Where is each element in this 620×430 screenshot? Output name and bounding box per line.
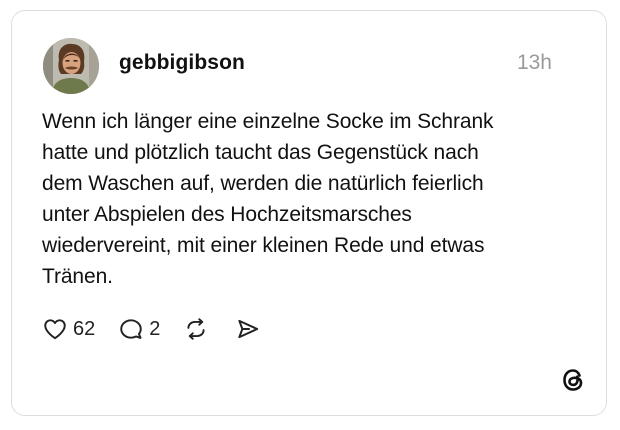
like-count: 62: [73, 317, 96, 340]
post-text: Wenn ich länger eine einzelne Socke im S…: [42, 110, 494, 288]
avatar-photo: [43, 38, 99, 94]
share-button[interactable]: [235, 316, 261, 342]
reply-count: 2: [149, 317, 161, 340]
send-icon: [238, 319, 259, 339]
threads-logo-icon[interactable]: [559, 366, 587, 394]
repost-button[interactable]: [183, 316, 209, 342]
like-button[interactable]: 62: [42, 316, 95, 342]
avatar[interactable]: [43, 38, 99, 94]
post-timestamp: 13h: [516, 51, 552, 74]
reply-button[interactable]: 2: [118, 316, 160, 342]
username[interactable]: gebbigibson: [119, 51, 245, 75]
repost-icon: [187, 318, 205, 340]
threads-logo-glyph: [563, 369, 583, 391]
action-bar: 62 2: [42, 314, 261, 344]
post-card: gebbigibson 13h Wenn ich länger eine ein…: [11, 10, 607, 416]
speech-bubble-icon: [120, 319, 142, 339]
heart-icon: [44, 319, 66, 340]
